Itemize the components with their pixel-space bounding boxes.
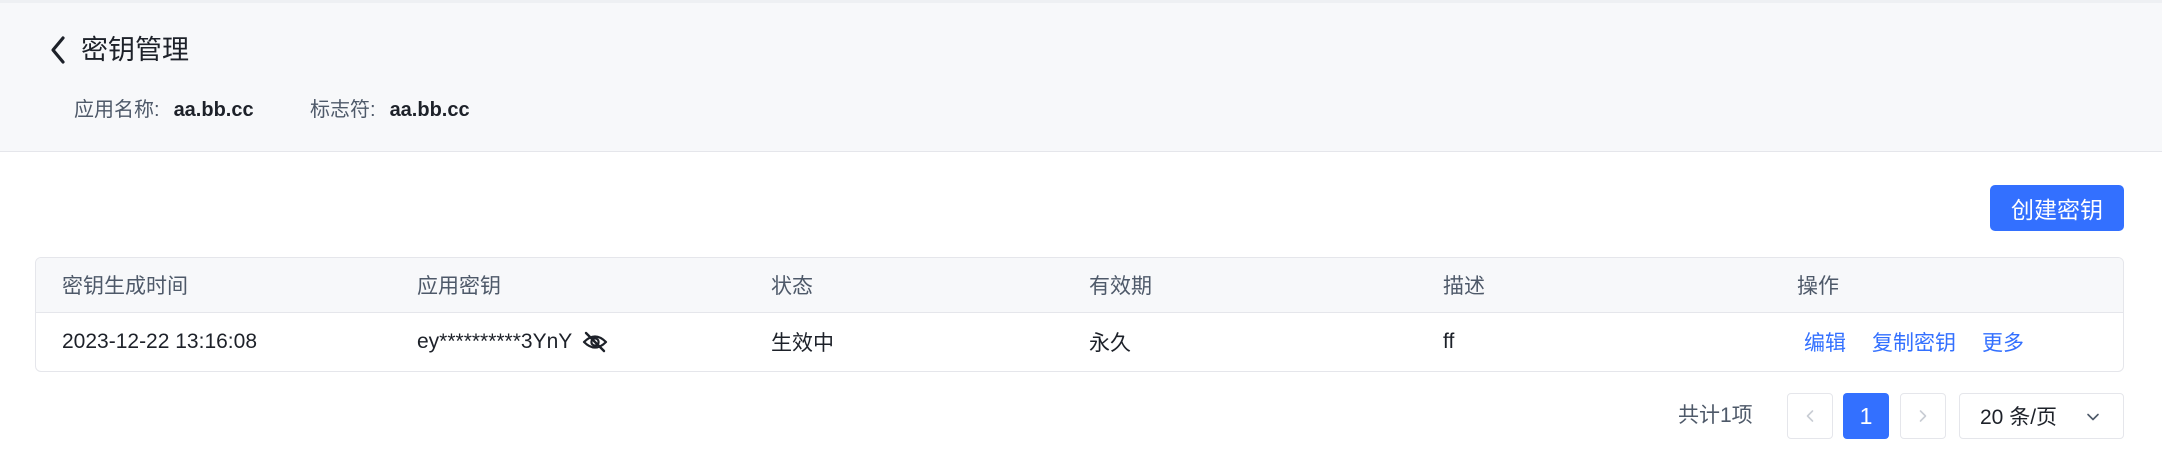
cell-key-value: ey**********3YnY xyxy=(417,330,573,353)
column-header-actions: 操作 xyxy=(1797,275,1839,298)
cell-status: 生效中 xyxy=(771,332,834,355)
meta-identifier: 标志符: aa.bb.cc xyxy=(310,96,470,124)
more-link[interactable]: 更多 xyxy=(1982,327,2024,357)
back-button[interactable] xyxy=(48,30,76,70)
meta-colon: : xyxy=(154,99,160,121)
chevron-left-icon xyxy=(51,36,65,64)
column-header-validity: 有效期 xyxy=(1089,275,1152,298)
column-header-key: 应用密钥 xyxy=(417,275,501,298)
eye-off-icon[interactable] xyxy=(582,331,608,353)
page-header: 密钥管理 应用名称: aa.bb.cc 标志符: aa.bb.cc xyxy=(0,0,2162,152)
column-header-created: 密钥生成时间 xyxy=(62,275,188,298)
pagination-total: 共计1项 xyxy=(1678,404,1753,427)
page-header-inner xyxy=(0,0,2162,151)
pagination-page-1[interactable]: 1 xyxy=(1843,393,1889,439)
create-key-button[interactable]: 创建密钥 xyxy=(1990,185,2124,231)
table-row: 2023-12-22 13:16:08 ey**********3YnY 生效中… xyxy=(36,313,2123,371)
meta-app-name-value: aa.bb.cc xyxy=(173,99,254,121)
cell-created: 2023-12-22 13:16:08 xyxy=(62,330,257,353)
chevron-right-icon xyxy=(1919,410,1927,422)
page-size-value: 20 条/页 xyxy=(1980,406,2058,429)
cell-actions: 编辑 复制密钥 更多 xyxy=(1804,313,2050,371)
cell-key: ey**********3YnY xyxy=(417,313,608,371)
meta-identifier-value: aa.bb.cc xyxy=(389,99,470,121)
keys-table: 密钥生成时间 应用密钥 状态 有效期 描述 操作 2023-12-22 13:1… xyxy=(35,257,2124,372)
page-size-select[interactable]: 20 条/页 xyxy=(1959,393,2124,439)
column-header-status: 状态 xyxy=(771,275,813,298)
edit-link[interactable]: 编辑 xyxy=(1804,327,1846,357)
pagination-next-button[interactable] xyxy=(1900,393,1946,439)
cell-description: ff xyxy=(1443,330,1455,353)
meta-app-name: 应用名称: aa.bb.cc xyxy=(74,96,254,124)
chevron-down-icon xyxy=(2087,413,2099,421)
pagination-prev-button[interactable] xyxy=(1787,393,1833,439)
meta-identifier-label: 标志符 xyxy=(310,99,370,121)
chevron-left-icon xyxy=(1806,410,1814,422)
cell-validity: 永久 xyxy=(1089,332,1131,355)
meta-app-name-label: 应用名称 xyxy=(74,99,154,121)
meta-colon: : xyxy=(370,99,376,121)
table-header: 密钥生成时间 应用密钥 状态 有效期 描述 操作 xyxy=(36,258,2123,313)
page-title: 密钥管理 xyxy=(81,35,189,65)
copy-key-link[interactable]: 复制密钥 xyxy=(1872,327,1956,357)
column-header-description: 描述 xyxy=(1443,275,1485,298)
